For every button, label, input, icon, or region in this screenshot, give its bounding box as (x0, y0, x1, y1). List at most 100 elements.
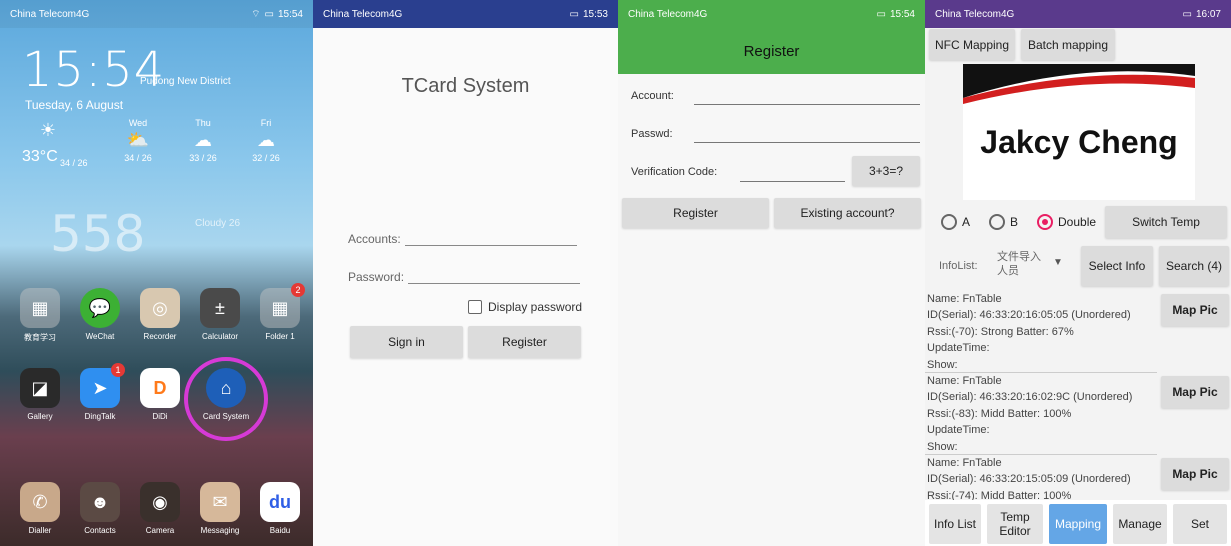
app-label: DingTalk (84, 412, 116, 421)
radio-a[interactable]: A (941, 214, 970, 230)
item-name: Name: FnTable (927, 375, 1002, 387)
app-baidu[interactable]: du Baidu (250, 482, 310, 535)
partly-cloudy-icon: ⛅ (126, 130, 150, 150)
list-item[interactable]: Name: FnTable ID(Serial): 46:33:20:15:05… (927, 455, 1131, 504)
radio-icon (989, 214, 1005, 230)
app-label: Messaging (200, 526, 240, 535)
app-dialler[interactable]: ✆ Dialler (10, 482, 70, 535)
carrier-label: China Telecom4G (628, 8, 708, 20)
battery-icon: ▭ (1182, 8, 1192, 20)
mapping-screen: China Telecom4G ▭ 16:07 NFC Mapping Batch… (925, 0, 1231, 546)
password-input[interactable] (408, 268, 581, 284)
item-rssi: Rssi:(-70): Strong Batter: 67% (927, 325, 1074, 338)
app-messaging[interactable]: ✉ Messaging (190, 482, 250, 535)
select-info-button[interactable]: Select Info (1081, 246, 1153, 286)
folder-icon: ▦ 2 (260, 283, 305, 328)
battery-icon: ▭ (876, 8, 886, 20)
item-name: Name: FnTable (927, 293, 1002, 305)
account-input[interactable] (694, 104, 920, 105)
sign-in-button[interactable]: Sign in (350, 326, 463, 358)
accounts-field[interactable]: Accounts: (348, 230, 577, 246)
chevron-down-icon[interactable]: ▼ (1053, 257, 1063, 268)
carrier-label: China Telecom4G (10, 8, 90, 20)
accounts-input[interactable] (404, 230, 577, 246)
forecast-range: 34 / 26 (124, 153, 152, 163)
app-wechat[interactable]: 💬 WeChat (70, 288, 130, 341)
camera-icon: ◉ (140, 482, 180, 522)
register-button[interactable]: Register (468, 326, 581, 358)
password-field[interactable]: Password: (348, 268, 581, 284)
app-label: Baidu (269, 526, 291, 535)
register-screen: China Telecom4G ▭ 15:54 Register Account:… (618, 0, 925, 546)
item-show: Show: (927, 358, 958, 371)
battery-icon: ▭ (264, 8, 274, 20)
app-folder-1[interactable]: ▦ 2 Folder 1 (250, 283, 310, 341)
baidu-icon: du (260, 482, 300, 522)
map-pic-button[interactable]: Map Pic (1161, 376, 1229, 408)
tab-temp-editor[interactable]: Temp Editor (987, 504, 1043, 544)
display-password-label: Display password (488, 300, 583, 314)
status-bar: China Telecom4G ⌔ ▭ 15:54 (0, 0, 313, 28)
infolist-dropdown-value[interactable]: 文件导入人员 (997, 250, 1041, 278)
radio-icon (941, 214, 957, 230)
batch-mapping-button[interactable]: Batch mapping (1021, 29, 1115, 60)
app-gallery[interactable]: ◪ Gallery (10, 368, 70, 421)
tab-info-list[interactable]: Info List (929, 504, 981, 544)
app-title: TCard System (401, 75, 530, 97)
submit-register-button[interactable]: Register (622, 198, 769, 228)
passwd-input[interactable] (694, 142, 920, 143)
weather-widget[interactable]: ☀ 33°C 34 / 26 Wed ⛅ 34 / 26 Thu ☁ 33 / … (18, 118, 298, 178)
app-label: DiDi (152, 412, 168, 421)
tab-mapping[interactable]: Mapping (1049, 504, 1107, 544)
map-pic-button[interactable]: Map Pic (1161, 458, 1229, 490)
didi-icon: D (140, 368, 180, 408)
status-bar: China Telecom4G ▭ 16:07 (925, 0, 1231, 28)
radio-double-label: Double (1058, 215, 1097, 229)
item-update: UpdateTime: (927, 342, 990, 355)
highlight-circle (184, 357, 268, 441)
tab-set[interactable]: Set (1173, 504, 1227, 544)
folder-icon: ▦ (20, 288, 60, 328)
app-recorder[interactable]: ◎ Recorder (130, 288, 190, 341)
existing-account-button[interactable]: Existing account? (774, 198, 921, 228)
app-calculator[interactable]: ± Calculator (190, 288, 250, 341)
radio-a-label: A (962, 215, 971, 229)
switch-temp-button[interactable]: Switch Temp (1105, 206, 1227, 238)
map-pic-button[interactable]: Map Pic (1161, 294, 1229, 326)
item-id: ID(Serial): 46:33:20:16:02:9C (Unordered… (927, 391, 1133, 404)
wechat-icon: 💬 (80, 288, 120, 328)
display-password-checkbox[interactable]: Display password (468, 300, 582, 314)
verification-input[interactable] (740, 181, 845, 182)
forecast-day: Thu (195, 118, 211, 128)
item-name: Name: FnTable (927, 457, 1002, 469)
app-label: Contacts (84, 526, 116, 535)
tab-manage[interactable]: Manage (1113, 504, 1167, 544)
nfc-mapping-button[interactable]: NFC Mapping (929, 29, 1015, 60)
app-label: 教育学习 (24, 333, 56, 342)
passwd-label: Passwd: (631, 128, 673, 140)
radio-double[interactable]: Double (1037, 214, 1096, 230)
item-update: UpdateTime: (927, 424, 990, 437)
forecast-range: 33 / 26 (189, 153, 217, 163)
notification-badge: 1 (111, 363, 125, 377)
status-bar: China Telecom4G ▭ 15:53 (313, 0, 618, 28)
app-contacts[interactable]: ☻ Contacts (70, 482, 130, 535)
app-dingtalk[interactable]: ➤ 1 DingTalk (70, 363, 130, 421)
radio-b[interactable]: B (989, 214, 1018, 230)
wallpaper-clock: 558 (50, 205, 146, 263)
password-label: Password: (348, 270, 405, 284)
app-didi[interactable]: D DiDi (130, 368, 190, 421)
list-item[interactable]: Name: FnTable ID(Serial): 46:33:20:16:02… (927, 373, 1132, 455)
list-item[interactable]: Name: FnTable ID(Serial): 46:33:20:16:05… (927, 291, 1131, 373)
app-edu-folder[interactable]: ▦ 教育学习 (10, 288, 70, 343)
sun-icon: ☀ (39, 120, 57, 140)
search-button[interactable]: Search (4) (1159, 246, 1229, 286)
status-bar: China Telecom4G ▭ 15:54 (618, 0, 925, 28)
wifi-icon: ⌔ (251, 8, 261, 20)
app-label: WeChat (85, 332, 115, 341)
register-header: Register (618, 28, 925, 74)
app-camera[interactable]: ◉ Camera (130, 482, 190, 535)
captcha-button[interactable]: 3+3=? (852, 156, 920, 186)
app-label: Gallery (27, 412, 53, 421)
forecast-range: 32 / 26 (252, 153, 280, 163)
